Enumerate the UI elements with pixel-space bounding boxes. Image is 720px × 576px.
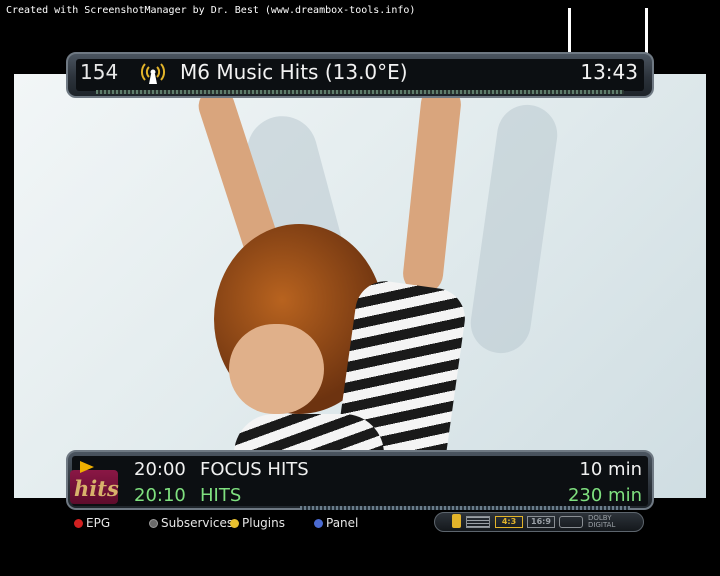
legend-label: Plugins bbox=[242, 516, 285, 530]
legend-subservices[interactable]: Subservices bbox=[149, 516, 233, 530]
face bbox=[229, 324, 324, 414]
lock-icon bbox=[452, 514, 461, 528]
signal-strip bbox=[96, 90, 624, 94]
video-frame bbox=[14, 74, 706, 498]
legend-plugins[interactable]: Plugins bbox=[230, 516, 285, 530]
grey-button-icon bbox=[149, 518, 158, 528]
blue-button-icon bbox=[314, 518, 323, 528]
antenna-icon bbox=[141, 63, 165, 84]
decorative-line bbox=[645, 8, 648, 54]
now-event-duration: 10 min bbox=[579, 459, 642, 480]
legend-label: Panel bbox=[326, 516, 359, 530]
progress-strip bbox=[300, 506, 630, 510]
next-event-time: 20:10 bbox=[134, 485, 186, 506]
dolby-icon bbox=[559, 516, 583, 528]
now-event-time: 20:00 bbox=[134, 459, 186, 480]
clock: 13:43 bbox=[580, 60, 638, 84]
yellow-button-icon bbox=[230, 518, 239, 528]
channel-number: 154 bbox=[80, 60, 119, 84]
legend-label: EPG bbox=[86, 516, 111, 530]
aspect-16-9-badge: 16:9 bbox=[527, 516, 555, 528]
legend-panel[interactable]: Panel bbox=[314, 516, 358, 530]
screenshot-watermark: Created with ScreenshotManager by Dr. Be… bbox=[6, 5, 416, 16]
channel-logo-text: hits bbox=[74, 476, 119, 501]
legend-epg[interactable]: EPG bbox=[74, 516, 110, 530]
legend-label: Subservices bbox=[161, 516, 234, 530]
teletext-icon bbox=[466, 516, 490, 528]
dolby-digital-logo: DOLBY DIGITAL bbox=[588, 515, 615, 529]
decorative-line bbox=[568, 8, 571, 54]
red-button-icon bbox=[74, 518, 83, 528]
next-event-duration: 230 min bbox=[567, 485, 642, 506]
now-event-title: FOCUS HITS bbox=[200, 459, 309, 480]
channel-name: M6 Music Hits (13.0°E) bbox=[180, 60, 408, 84]
wall-shadow bbox=[466, 101, 562, 357]
digital-label: DIGITAL bbox=[588, 521, 616, 529]
play-arrow-icon bbox=[80, 461, 94, 473]
next-event-title: HITS bbox=[200, 485, 242, 506]
right-arm bbox=[401, 82, 463, 296]
aspect-4-3-badge: 4:3 bbox=[495, 516, 523, 528]
